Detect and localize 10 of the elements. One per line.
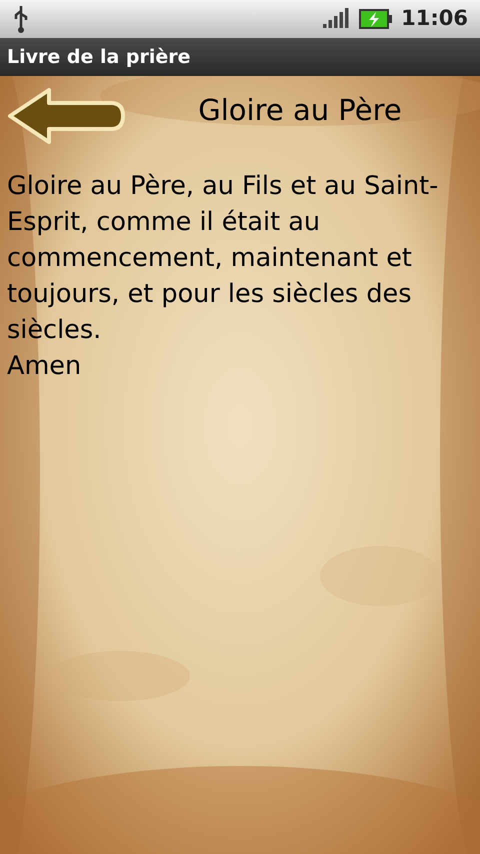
usb-icon [12,5,30,33]
prayer-title: Gloire au Père [197,92,403,130]
battery-charging-icon [359,8,394,30]
back-button[interactable] [7,86,127,146]
left-arrow-icon [7,86,127,146]
prayer-closing: Amen [7,350,82,383]
signal-icon [323,8,352,30]
prayer-text: Gloire au Père, au Fils et au Saint-Esprit, comme il était au commencement, maintenant et toujours, et pour les siècles des siècles. [7,170,440,347]
app-title: Livre de la prière [7,44,191,70]
clock-time: 11:06 [401,5,468,32]
